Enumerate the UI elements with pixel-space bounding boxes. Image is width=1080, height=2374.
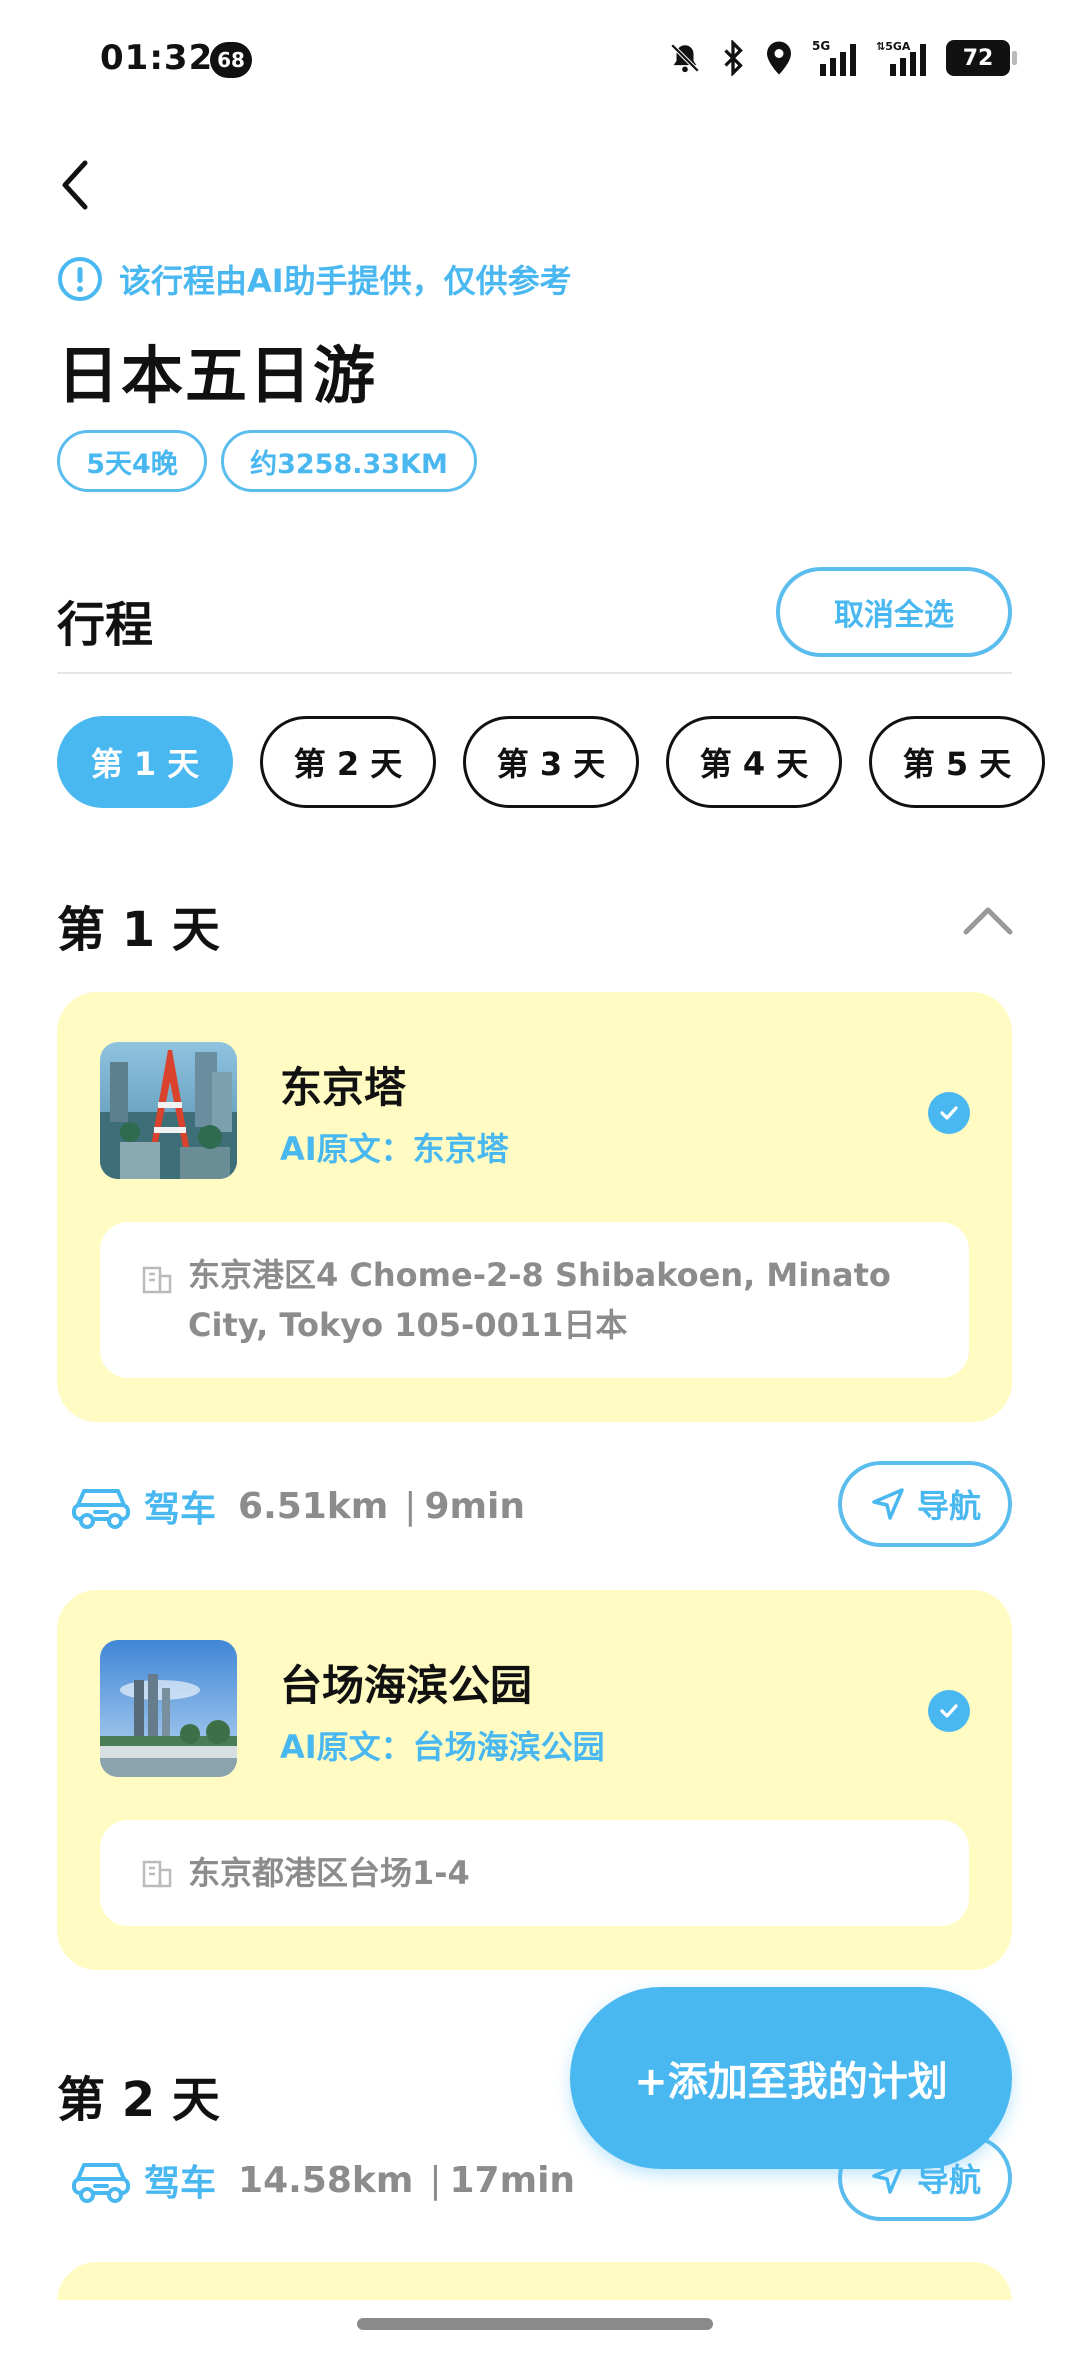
tokyo-tower-photo xyxy=(100,1042,237,1179)
cancel-select-all-button[interactable]: 取消全选 xyxy=(776,567,1012,657)
check-icon xyxy=(940,1704,958,1718)
address-line-2: City, Tokyo 105-0011日本 xyxy=(188,1306,628,1344)
route-separator: | xyxy=(429,2159,442,2201)
address-building-icon xyxy=(142,1266,172,1294)
bell-muted-icon xyxy=(670,43,700,73)
tab-day-4[interactable]: 第 4 天 xyxy=(666,716,842,808)
place-ai-text: AI原文：东京塔 xyxy=(280,1130,509,1168)
tab-day-1[interactable]: 第 1 天 xyxy=(57,716,233,808)
info-icon xyxy=(58,257,102,301)
trip-title: 日本五日游 xyxy=(57,339,378,412)
ai-notice-text: 该行程由AI助手提供，仅供参考 xyxy=(119,262,572,300)
location-icon xyxy=(767,41,791,75)
bluetooth-icon xyxy=(724,40,743,76)
route-mode: 驾车 xyxy=(144,1489,217,1530)
check-icon xyxy=(940,1106,958,1120)
selected-checkbox[interactable] xyxy=(928,1690,970,1732)
address-box: 东京港区4 Chome-2-8 Shibakoen, Minato City, … xyxy=(100,1222,969,1378)
home-indicator[interactable] xyxy=(357,2318,713,2330)
route-info-2: 驾车 14.58km | 17min xyxy=(70,2150,575,2210)
status-time: 01:32 xyxy=(100,38,214,78)
route-duration: 9min xyxy=(424,1485,525,1527)
place-name: 台场海滨公园 xyxy=(280,1661,533,1710)
distance-tag: 约3258.33KM xyxy=(221,430,477,492)
day-2-title: 第 2 天 xyxy=(57,2072,220,2128)
bottom-bar xyxy=(0,2300,1080,2374)
day-tabs: 第 1 天 第 2 天 第 3 天 第 4 天 第 5 天 xyxy=(57,716,1045,808)
place-card-odaiba-park[interactable]: 台场海滨公园 AI原文：台场海滨公园 东京都港区台场1-4 xyxy=(57,1590,1012,1970)
address-text: 东京港区4 Chome-2-8 Shibakoen, Minato City, … xyxy=(188,1250,929,1350)
itinerary-title: 行程 xyxy=(57,597,154,653)
back-button[interactable] xyxy=(45,150,105,220)
duration-tag: 5天4晚 xyxy=(57,430,207,492)
ai-notice: 该行程由AI助手提供，仅供参考 xyxy=(57,256,572,302)
tab-day-5[interactable]: 第 5 天 xyxy=(869,716,1045,808)
selected-checkbox[interactable] xyxy=(928,1092,970,1134)
chevron-up-icon[interactable] xyxy=(960,900,1016,940)
route-duration: 17min xyxy=(449,2159,576,2201)
route-separator: | xyxy=(404,1485,417,1527)
place-card-tokyo-tower[interactable]: 东京塔 AI原文：东京塔 东京港区4 Chome-2-8 Shibakoen, … xyxy=(57,992,1012,1422)
route-info-1: 驾车 6.51km | 9min xyxy=(70,1476,525,1536)
place-ai-text: AI原文：台场海滨公园 xyxy=(280,1728,605,1766)
car-icon xyxy=(72,1489,130,1529)
add-to-my-plan-button[interactable]: +添加至我的计划 xyxy=(570,1987,1012,2169)
address-text: 东京都港区台场1-4 xyxy=(188,1854,470,1892)
address-building-icon xyxy=(142,1860,172,1888)
tab-day-3[interactable]: 第 3 天 xyxy=(463,716,639,808)
car-icon xyxy=(72,2163,130,2203)
navigation-arrow-icon xyxy=(872,1488,904,1520)
divider xyxy=(57,672,1012,674)
odaiba-park-photo xyxy=(100,1640,237,1777)
tab-day-2[interactable]: 第 2 天 xyxy=(260,716,436,808)
address-box: 东京都港区台场1-4 xyxy=(100,1820,969,1926)
place-name: 东京塔 xyxy=(280,1063,407,1112)
navigate-label: 导航 xyxy=(916,1487,981,1525)
signal-5ga-icon: ⇅5GA xyxy=(876,40,926,76)
route-mode: 驾车 xyxy=(144,2163,217,2204)
svg-text:⇅5GA: ⇅5GA xyxy=(876,40,911,53)
svg-text:5G: 5G xyxy=(812,39,830,53)
signal-5g-icon: 5G xyxy=(812,39,856,76)
route-distance: 14.58km xyxy=(238,2159,414,2201)
day-1-title: 第 1 天 xyxy=(57,902,220,958)
chevron-left-icon xyxy=(62,160,88,210)
notification-count-badge: 68 xyxy=(210,42,252,78)
address-line-1: 东京港区4 Chome-2-8 Shibakoen, Minato xyxy=(188,1256,891,1294)
status-icons: 5G ⇅5GA 72 xyxy=(668,36,1017,80)
route-distance: 6.51km xyxy=(238,1485,389,1527)
navigate-button[interactable]: 导航 xyxy=(838,1461,1012,1547)
battery-icon: 72 xyxy=(946,40,1017,76)
